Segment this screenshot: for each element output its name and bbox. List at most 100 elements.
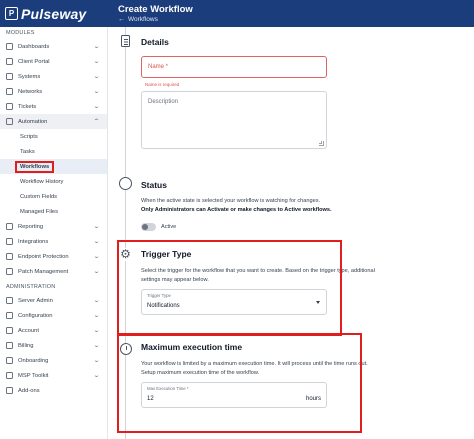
chevron-up-icon: ⌃	[92, 119, 101, 125]
active-toggle-label: Active	[161, 224, 177, 230]
sidebar: MODULES Dashboards ⌄ Client Portal ⌄ Syste…	[0, 27, 108, 439]
page-title: Create Workflow	[118, 3, 193, 15]
sidebar-item-patch-management[interactable]: Patch Management ⌄	[0, 264, 107, 279]
sidebar-subitem-workflows[interactable]: Workflows	[0, 159, 107, 174]
execution-description: Your workflow is limited by a maximum ex…	[141, 361, 368, 367]
caret-down-icon	[316, 301, 320, 304]
max-execution-field-label: Max Execution Time *	[147, 386, 189, 391]
sidebar-item-systems[interactable]: Systems ⌄	[0, 69, 107, 84]
chevron-down-icon: ⌄	[92, 239, 101, 245]
administration-section-label: ADMINISTRATION	[6, 284, 56, 290]
status-description: When the active state is selected your w…	[141, 198, 321, 204]
status-admin-note: Only Administrators can Activate or make…	[141, 207, 332, 213]
trigger-type-field-label: Trigger Type	[147, 293, 171, 298]
chevron-down-icon: ⌄	[92, 224, 101, 230]
max-execution-unit: hours	[305, 396, 321, 402]
description-placeholder: Description	[148, 99, 179, 105]
systems-icon	[6, 73, 13, 80]
report-icon	[6, 223, 13, 230]
pulseway-logo-icon: P	[5, 7, 18, 20]
chevron-down-icon: ⌄	[92, 298, 101, 304]
sidebar-item-dashboards[interactable]: Dashboards ⌄	[0, 39, 107, 54]
main-content: Details Name * Name is required Descript…	[108, 27, 474, 439]
chevron-down-icon: ⌄	[92, 89, 101, 95]
name-placeholder: Name *	[148, 64, 169, 70]
add-ons-icon	[6, 387, 13, 394]
chevron-down-icon: ⌄	[92, 59, 101, 65]
sidebar-item-msp-toolkit[interactable]: MSP Toolkit ⌄	[0, 368, 107, 383]
back-link-label: Workflows	[128, 15, 158, 23]
chevron-down-icon: ⌄	[92, 269, 101, 275]
server-icon	[6, 297, 13, 304]
chevron-down-icon: ⌄	[92, 44, 101, 50]
sidebar-item-networks[interactable]: Networks ⌄	[0, 84, 107, 99]
chevron-down-icon: ⌄	[92, 343, 101, 349]
back-link[interactable]: ← Workflows	[118, 15, 193, 24]
trigger-description: Select the trigger for the workflow that…	[141, 268, 375, 274]
onboarding-icon	[6, 357, 13, 364]
sidebar-item-account[interactable]: Account ⌄	[0, 323, 107, 338]
resize-handle-icon[interactable]	[319, 141, 324, 146]
chevron-down-icon: ⌄	[92, 373, 101, 379]
sidebar-item-automation[interactable]: Automation ⌃	[0, 114, 107, 129]
gear-icon	[6, 312, 13, 319]
trigger-type-select[interactable]: Trigger Type Notifications	[141, 289, 327, 315]
name-input[interactable]: Name *	[141, 56, 327, 78]
details-title: Details	[141, 37, 169, 47]
max-execution-input[interactable]: Max Execution Time * 12 hours	[141, 382, 327, 408]
status-title: Status	[141, 180, 167, 190]
page-header: Create Workflow ← Workflows	[118, 4, 193, 24]
name-error-message: Name is required	[145, 82, 180, 87]
gear-icon: ⚙	[119, 247, 132, 261]
trigger-type-value: Notifications	[147, 303, 180, 309]
sidebar-item-onboarding[interactable]: Onboarding ⌄	[0, 353, 107, 368]
clock-icon	[120, 343, 132, 355]
chevron-down-icon: ⌄	[92, 328, 101, 334]
chevron-down-icon: ⌄	[92, 74, 101, 80]
patch-icon	[6, 268, 13, 275]
trigger-type-title: Trigger Type	[141, 249, 192, 259]
toolkit-icon	[6, 372, 13, 379]
max-execution-value: 12	[147, 396, 154, 402]
execution-description-cont: Setup maximum execution time of the work…	[141, 370, 260, 376]
dashboard-icon	[6, 43, 13, 50]
sidebar-item-billing[interactable]: Billing ⌄	[0, 338, 107, 353]
chevron-down-icon: ⌄	[92, 104, 101, 110]
active-toggle[interactable]	[141, 223, 156, 231]
sidebar-subitem-managed-files[interactable]: Managed Files	[0, 204, 107, 219]
billing-icon	[6, 342, 13, 349]
sidebar-item-add-ons[interactable]: Add-ons	[0, 383, 107, 398]
ticket-icon	[6, 103, 13, 110]
user-icon	[6, 327, 13, 334]
chevron-down-icon: ⌄	[92, 313, 101, 319]
steps-timeline	[125, 27, 126, 439]
sidebar-subitem-custom-fields[interactable]: Custom Fields	[0, 189, 107, 204]
sidebar-item-reporting[interactable]: Reporting ⌄	[0, 219, 107, 234]
shield-icon	[6, 253, 13, 260]
automation-icon	[6, 118, 13, 125]
sidebar-item-endpoint-protection[interactable]: Endpoint Protection ⌄	[0, 249, 107, 264]
document-icon	[121, 35, 130, 47]
top-bar: P Pulseway Create Workflow ← Workflows	[0, 0, 474, 27]
sidebar-item-client-portal[interactable]: Client Portal ⌄	[0, 54, 107, 69]
trigger-description-cont: settings may appear below.	[141, 277, 209, 283]
chevron-down-icon: ⌄	[92, 254, 101, 260]
sidebar-item-server-admin[interactable]: Server Admin ⌄	[0, 293, 107, 308]
network-icon	[6, 88, 13, 95]
sidebar-item-integrations[interactable]: Integrations ⌄	[0, 234, 107, 249]
brand[interactable]: P Pulseway	[0, 0, 108, 27]
integration-icon	[6, 238, 13, 245]
arrow-left-icon: ←	[118, 15, 125, 23]
modules-section-label: MODULES	[6, 30, 35, 36]
max-execution-title: Maximum execution time	[141, 342, 243, 352]
sidebar-item-tickets[interactable]: Tickets ⌄	[0, 99, 107, 114]
chevron-down-icon: ⌄	[92, 358, 101, 364]
sidebar-subitem-scripts[interactable]: Scripts	[0, 129, 107, 144]
sidebar-subitem-tasks[interactable]: Tasks	[0, 144, 107, 159]
sidebar-subitem-workflow-history[interactable]: Workflow History	[0, 174, 107, 189]
brand-name: Pulseway	[21, 5, 87, 22]
portal-icon	[6, 58, 13, 65]
circle-icon	[119, 177, 132, 190]
sidebar-item-configuration[interactable]: Configuration ⌄	[0, 308, 107, 323]
description-input[interactable]: Description	[141, 91, 327, 149]
